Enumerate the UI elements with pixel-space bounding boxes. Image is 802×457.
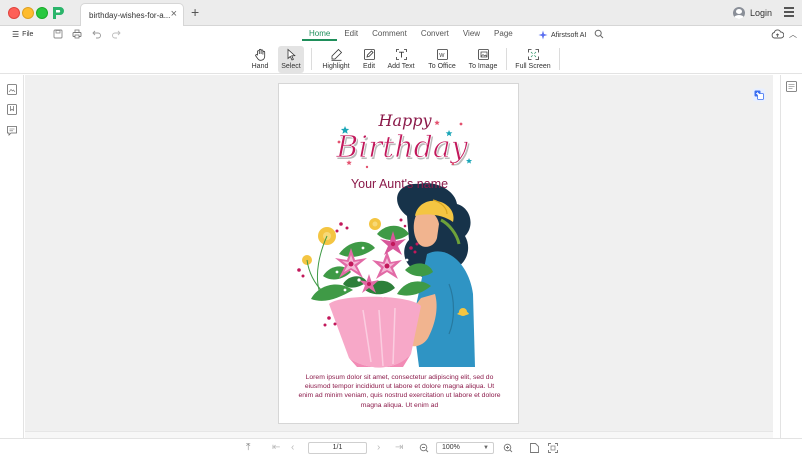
recipient-name: Your Aunt's name (350, 177, 449, 191)
add-text-icon (395, 49, 407, 60)
tab-view[interactable]: View (456, 29, 487, 41)
tab-page[interactable]: Page (487, 29, 520, 41)
zoom-out-icon[interactable] (419, 443, 429, 453)
new-tab-button[interactable]: + (191, 4, 199, 20)
last-page-icon[interactable]: ⇥ (395, 443, 403, 453)
minimize-window-button[interactable] (22, 7, 34, 19)
login-button[interactable]: Login (732, 7, 772, 19)
full-screen-icon (527, 49, 539, 60)
file-menu-icon: ☰ (12, 30, 20, 39)
menu-bar: ☰ File Home Edit Comment Convert View Pa… (0, 26, 802, 44)
add-text-tool-button[interactable]: Add Text (386, 46, 416, 73)
toolbar-divider (311, 48, 312, 70)
select-tool-label: Select (281, 63, 301, 70)
ai-assistant-label: Afirstsoft AI (551, 31, 587, 39)
left-sidebar (0, 75, 24, 438)
hand-tool-label: Hand (251, 63, 269, 70)
thumbnails-icon[interactable] (7, 84, 17, 95)
highlight-icon (331, 48, 342, 61)
collapse-toolbar-icon[interactable]: ︿ (789, 29, 797, 40)
edit-icon (363, 49, 375, 60)
document-tab-title: birthday-wishes-for-a... (89, 11, 171, 20)
tab-comment[interactable]: Comment (365, 29, 414, 41)
previous-page-icon[interactable]: ‹ (291, 443, 294, 453)
menu-tabs: Home Edit Comment Convert View Page (302, 29, 520, 41)
first-page-icon[interactable]: ⇤ (272, 443, 280, 453)
pdf-page[interactable]: Happy Birthday Birthday Your Aunt's name… (278, 83, 519, 424)
chevron-down-icon: ▼ (483, 445, 489, 451)
status-bar: ⤒ ⇤ ‹ 1/1 › ⇥ 100% ▼ (0, 438, 802, 457)
login-label: Login (749, 8, 772, 18)
close-window-button[interactable] (8, 7, 20, 19)
to-office-tool-button[interactable]: W To Office (425, 46, 459, 73)
edit-tool-label: Edit (362, 63, 376, 70)
right-sidebar (780, 75, 802, 438)
happy-birthday-heading: Happy Birthday Birthday (335, 111, 473, 169)
page-number-input[interactable]: 1/1 (308, 442, 367, 454)
body-text: Lorem ipsum dolor sit amet, consectetur … (298, 374, 501, 409)
file-menu-label: File (22, 31, 34, 38)
zoom-window-button[interactable] (36, 7, 48, 19)
tab-convert[interactable]: Convert (414, 29, 456, 41)
full-screen-tool-label: Full Screen (515, 63, 551, 70)
horizontal-scrollbar[interactable] (25, 431, 773, 438)
hand-tool-button[interactable]: Hand (249, 46, 271, 73)
document-tab[interactable]: birthday-wishes-for-a... × (80, 3, 184, 26)
toolbar-divider (559, 48, 560, 70)
highlight-tool-label: Highlight (322, 63, 350, 70)
to-image-tool-label: To Image (468, 63, 498, 70)
fit-page-icon[interactable] (548, 443, 558, 453)
select-tool-button[interactable]: Select (278, 46, 304, 73)
avatar-icon (732, 7, 745, 19)
toolbar-divider (506, 48, 507, 70)
zoom-value: 100% (442, 444, 460, 451)
undo-icon[interactable] (92, 29, 102, 39)
hand-icon (254, 48, 265, 61)
redo-icon[interactable] (111, 29, 121, 39)
save-icon[interactable] (53, 29, 63, 39)
cursor-icon (287, 48, 296, 61)
first-page-top-icon[interactable]: ⤒ (246, 443, 250, 453)
add-text-tool-label: Add Text (387, 63, 415, 70)
zoom-in-icon[interactable] (503, 443, 513, 453)
full-screen-tool-button[interactable]: Full Screen (514, 46, 552, 73)
ai-assistant-button[interactable]: Afirstsoft AI (538, 30, 586, 40)
comments-icon[interactable] (7, 125, 17, 136)
to-office-icon: W (436, 49, 448, 60)
zoom-select[interactable]: 100% ▼ (436, 442, 494, 454)
tab-close-icon[interactable]: × (171, 8, 177, 20)
heading-birthday: Birthday (335, 130, 468, 165)
translate-icon[interactable] (752, 88, 766, 102)
highlight-tool-button[interactable]: Highlight (320, 46, 352, 73)
hamburger-menu-icon[interactable] (784, 7, 794, 17)
print-icon[interactable] (72, 29, 82, 39)
svg-text:W: W (439, 53, 445, 59)
cloud-upload-icon[interactable] (771, 29, 784, 39)
tab-edit[interactable]: Edit (337, 29, 365, 41)
search-icon[interactable] (594, 29, 604, 39)
heading-happy: Happy (377, 111, 432, 130)
sparkle-icon (538, 30, 548, 40)
properties-panel-icon[interactable] (786, 81, 797, 92)
edit-tool-button[interactable]: Edit (358, 46, 380, 73)
next-page-icon[interactable]: › (377, 443, 380, 453)
file-menu-button[interactable]: ☰ File (12, 30, 33, 39)
ribbon-toolbar: Hand Select Highlight Edit Add Text W To… (0, 44, 802, 74)
tab-home[interactable]: Home (302, 29, 338, 41)
title-bar: birthday-wishes-for-a... × + Login (0, 0, 802, 26)
app-logo-icon (53, 7, 64, 19)
to-image-icon (477, 49, 489, 60)
bookmark-icon[interactable] (7, 104, 17, 115)
single-page-view-icon[interactable] (530, 443, 539, 453)
to-office-tool-label: To Office (428, 63, 456, 70)
to-image-tool-button[interactable]: To Image (467, 46, 499, 73)
